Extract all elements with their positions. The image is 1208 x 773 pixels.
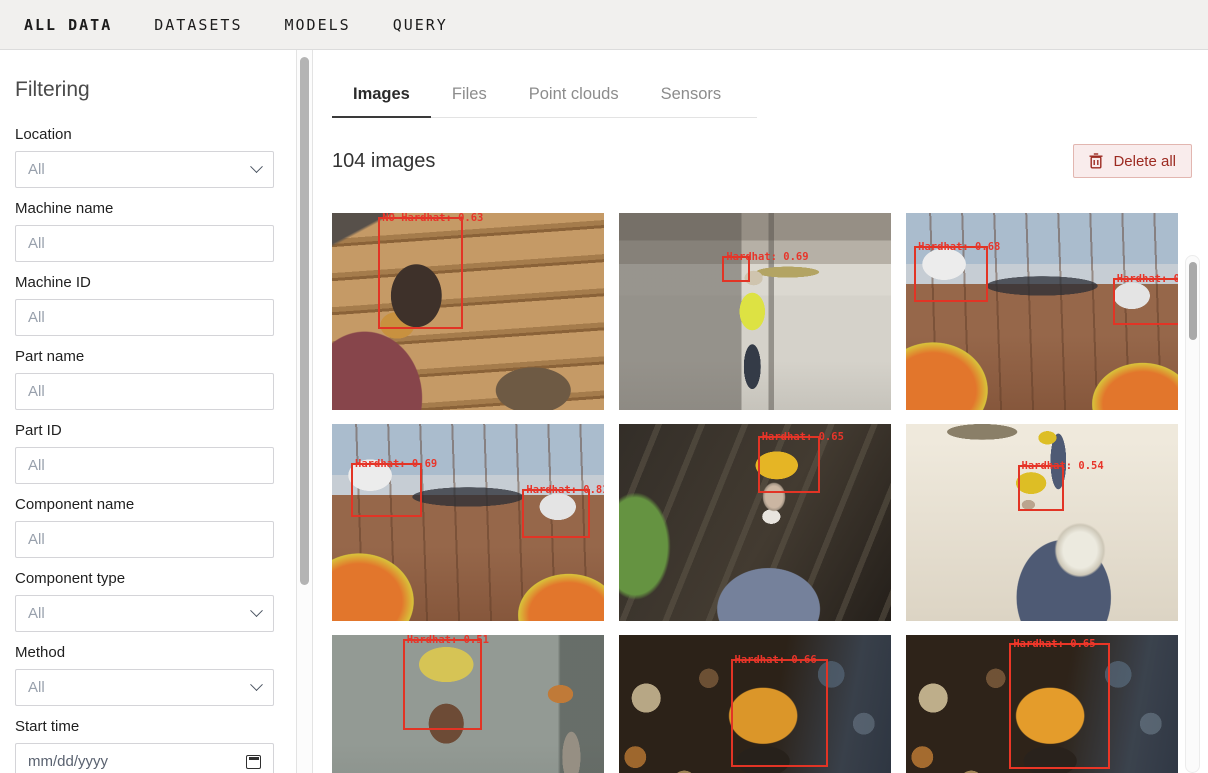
detection-box: Hardhat: 0.68 xyxy=(914,246,987,301)
tab-images[interactable]: Images xyxy=(332,77,431,118)
filter-label: Machine ID xyxy=(15,274,276,291)
detection-label: Hardhat: 0.68 xyxy=(918,243,1000,255)
filter-component-type: Component type All xyxy=(15,570,276,632)
method-select[interactable]: All xyxy=(15,669,274,706)
filter-part-id: Part ID xyxy=(15,422,276,484)
filter-label: Location xyxy=(15,126,276,143)
component-name-input[interactable] xyxy=(28,531,261,548)
filter-label: Part ID xyxy=(15,422,276,439)
delete-all-button[interactable]: Delete all xyxy=(1073,144,1192,178)
machine-name-input[interactable] xyxy=(28,235,261,252)
image-card[interactable]: Hardhat: 0.51 xyxy=(332,635,604,773)
tab-point-clouds[interactable]: Point clouds xyxy=(508,77,640,118)
delete-all-label: Delete all xyxy=(1113,153,1176,170)
machine-name-field-wrap xyxy=(15,225,274,262)
detection-box: Hardhat: 0.66 xyxy=(731,659,829,767)
content-area: Filtering Location All Machine name Mach… xyxy=(0,50,1208,773)
filter-component-name: Component name xyxy=(15,496,276,558)
part-name-input[interactable] xyxy=(28,383,261,400)
image-card[interactable]: Hardhat: 0.54 xyxy=(906,424,1178,621)
detection-box: Hardhat: 0.54 xyxy=(1018,465,1064,510)
filter-label: Component name xyxy=(15,496,276,513)
main-panel: Images Files Point clouds Sensors 104 im… xyxy=(313,50,1208,773)
detection-label: Hardhat: 0.81 xyxy=(526,485,604,497)
select-value: All xyxy=(28,679,45,696)
filter-machine-name: Machine name xyxy=(15,200,276,262)
detection-label: Hardhat: 0.69 xyxy=(355,460,437,472)
image-card[interactable]: NO-Hardhat: 0.63 xyxy=(332,213,604,410)
filter-label: Method xyxy=(15,644,276,661)
sidebar-scrollbar-thumb[interactable] xyxy=(300,57,309,585)
top-nav: ALL DATA DATASETS MODELS QUERY xyxy=(0,0,1208,50)
filter-method: Method All xyxy=(15,644,276,706)
select-value: All xyxy=(28,605,45,622)
filter-label: Start time xyxy=(15,718,276,735)
part-id-field-wrap xyxy=(15,447,274,484)
tab-sensors[interactable]: Sensors xyxy=(640,77,743,118)
chevron-down-icon xyxy=(250,604,263,617)
part-id-input[interactable] xyxy=(28,457,261,474)
chevron-down-icon xyxy=(250,678,263,691)
filter-machine-id: Machine ID xyxy=(15,274,276,336)
image-card[interactable]: Hardhat: 0.69 Hardhat: 0.81 xyxy=(332,424,604,621)
detection-label: Hardhat: 0.54 xyxy=(1022,462,1104,474)
detection-label: Hardhat: 0.51 xyxy=(407,635,489,647)
machine-id-input[interactable] xyxy=(28,309,261,326)
chevron-down-icon xyxy=(250,160,263,173)
select-value: All xyxy=(28,161,45,178)
tab-bar: Images Files Point clouds Sensors xyxy=(332,77,757,118)
detection-box: Hardhat: 0.65 xyxy=(758,436,821,493)
detection-box: NO-Hardhat: 0.63 xyxy=(378,217,462,329)
detection-box: Hardhat: 0.69 xyxy=(722,256,749,282)
image-card[interactable]: Hardhat: 0.68 Hardhat: 0.75 xyxy=(906,213,1178,410)
detection-label: Hardhat: 0.65 xyxy=(1013,639,1095,651)
calendar-icon[interactable] xyxy=(246,755,261,769)
start-time-date-input[interactable]: mm/dd/yyyy xyxy=(15,743,274,773)
filter-label: Part name xyxy=(15,348,276,365)
image-card[interactable]: Hardhat: 0.65 xyxy=(619,424,891,621)
filter-location: Location All xyxy=(15,126,276,188)
detection-label: Hardhat: 0.65 xyxy=(762,432,844,444)
component-type-select[interactable]: All xyxy=(15,595,274,632)
image-card[interactable]: Hardhat: 0.65 xyxy=(906,635,1178,773)
image-count: 104 images xyxy=(332,150,435,173)
machine-id-field-wrap xyxy=(15,299,274,336)
component-name-field-wrap xyxy=(15,521,274,558)
detection-box: Hardhat: 0.69 xyxy=(351,463,422,516)
filter-start-time: Start time mm/dd/yyyy xyxy=(15,718,276,773)
detection-box: Hardhat: 0.65 xyxy=(1009,643,1110,769)
location-select[interactable]: All xyxy=(15,151,274,188)
detection-label: Hardhat: 0.66 xyxy=(735,655,817,667)
grid-scrollbar-thumb[interactable] xyxy=(1189,262,1197,340)
count-row: 104 images Delete all xyxy=(332,144,1208,178)
nav-item-query[interactable]: QUERY xyxy=(393,16,448,34)
nav-item-models[interactable]: MODELS xyxy=(285,16,351,34)
sidebar-title: Filtering xyxy=(15,78,276,102)
part-name-field-wrap xyxy=(15,373,274,410)
filter-part-name: Part name xyxy=(15,348,276,410)
tab-files[interactable]: Files xyxy=(431,77,508,118)
detection-label: NO-Hardhat: 0.63 xyxy=(382,213,483,225)
detection-box: Hardhat: 0.81 xyxy=(522,489,590,538)
filter-sidebar: Filtering Location All Machine name Mach… xyxy=(0,50,296,773)
filter-label: Machine name xyxy=(15,200,276,217)
image-card[interactable]: Hardhat: 0.69 xyxy=(619,213,891,410)
detection-label: Hardhat: 0.69 xyxy=(726,253,808,265)
filter-label: Component type xyxy=(15,570,276,587)
nav-item-datasets[interactable]: DATASETS xyxy=(154,16,242,34)
date-placeholder: mm/dd/yyyy xyxy=(28,753,108,770)
nav-item-all-data[interactable]: ALL DATA xyxy=(24,16,112,34)
detection-box: Hardhat: 0.75 xyxy=(1113,278,1178,325)
sidebar-scrollbar[interactable] xyxy=(296,50,313,773)
grid-scrollbar[interactable] xyxy=(1185,255,1200,773)
image-grid: NO-Hardhat: 0.63Hardhat: 0.69Hardhat: 0.… xyxy=(332,213,1178,773)
detection-label: Hardhat: 0.75 xyxy=(1117,274,1178,286)
trash-icon xyxy=(1089,153,1103,169)
detection-box: Hardhat: 0.51 xyxy=(403,639,482,730)
image-card[interactable]: Hardhat: 0.66 xyxy=(619,635,891,773)
